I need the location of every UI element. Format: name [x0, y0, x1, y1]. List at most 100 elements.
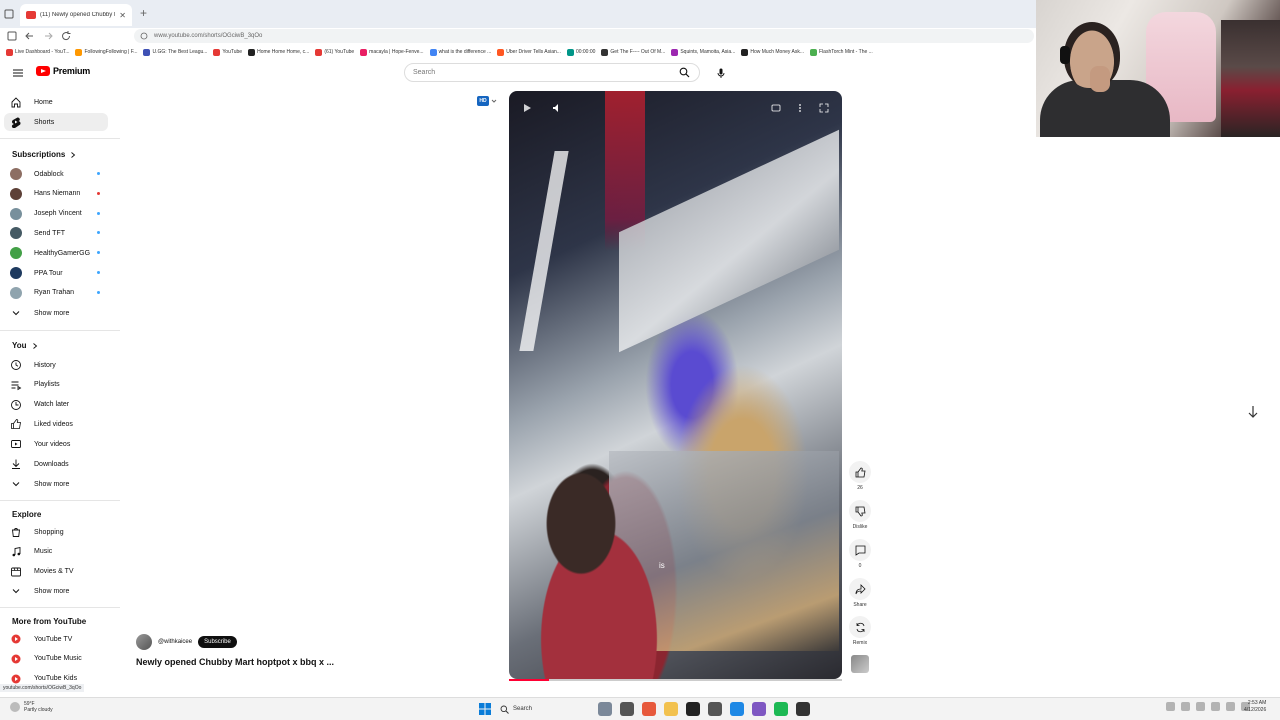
close-tab-icon[interactable]: ✕	[119, 11, 126, 20]
video-title[interactable]: Newly opened Chubby Mart hoptpot x bbq x…	[136, 657, 334, 667]
new-tab-button[interactable]: +	[140, 7, 147, 19]
sidebar-item-explore[interactable]: Movies & TV	[4, 563, 108, 581]
volume-button[interactable]	[551, 102, 563, 114]
sidebar-item-more[interactable]: YouTube Music	[4, 650, 108, 668]
captions-button[interactable]	[770, 102, 782, 114]
sidebar-item-subscription[interactable]: HealthyGamerGG	[4, 244, 108, 262]
tray-chevron-icon[interactable]	[1166, 702, 1175, 711]
section-heading-label: Subscriptions	[12, 150, 66, 159]
tab-menu-icon[interactable]	[4, 9, 14, 19]
mic-icon[interactable]	[715, 67, 727, 79]
tray-app-icon-2[interactable]	[1196, 702, 1205, 711]
bookmark-item[interactable]: FlashTorch Mint - The ...	[810, 48, 873, 56]
sidebar-show-more-subscriptions[interactable]: Show more	[4, 304, 108, 322]
sidebar-item-home[interactable]: Home	[4, 93, 108, 111]
fullscreen-button[interactable]	[818, 102, 830, 114]
file-explorer-icon[interactable]	[664, 702, 678, 716]
sidebar-item-you[interactable]: Watch later	[4, 396, 108, 414]
you-heading[interactable]: You	[12, 341, 39, 350]
bookmark-item[interactable]: (61) YouTube	[315, 48, 354, 56]
share-button[interactable]: Share	[848, 578, 872, 608]
shorts-video-player[interactable]: is	[509, 91, 842, 679]
url-text: www.youtube.com/shorts/OGciwB_3qOo	[154, 33, 263, 39]
sidebar-toggle-icon[interactable]	[6, 30, 18, 42]
dislike-button[interactable]: Dislike	[848, 500, 872, 530]
channel-name[interactable]: @withkaicee	[158, 639, 192, 645]
back-arrow-icon[interactable]	[24, 30, 36, 42]
headset	[1060, 46, 1070, 64]
sidebar-item-you[interactable]: Downloads	[4, 455, 108, 473]
video-progress-bar[interactable]	[509, 679, 842, 681]
explore-heading[interactable]: Explore	[12, 510, 41, 519]
subscribe-button[interactable]: Subscribe	[198, 636, 237, 648]
app-icon[interactable]	[730, 702, 744, 716]
sidebar-item-more[interactable]: YouTube TV	[4, 630, 108, 648]
reload-icon[interactable]	[60, 30, 72, 42]
streamer-hand	[1090, 66, 1110, 92]
sidebar-item-subscription[interactable]: PPA Tour	[4, 264, 108, 282]
sidebar-item-you[interactable]: Liked videos	[4, 415, 108, 433]
bookmark-item[interactable]: YouTube	[213, 48, 242, 56]
remix-button[interactable]: Remix	[848, 616, 872, 646]
wifi-icon[interactable]	[1226, 702, 1235, 711]
taskbar-search[interactable]: Search	[500, 702, 590, 716]
spotify-icon[interactable]	[774, 702, 788, 716]
bookmark-item[interactable]: How Much Money Ask...	[741, 48, 804, 56]
site-info-icon[interactable]	[140, 32, 148, 40]
capcut-icon[interactable]	[686, 702, 700, 716]
sidebar-show-more-you[interactable]: Show more	[4, 475, 108, 493]
menu-icon[interactable]	[12, 67, 24, 79]
chrome-icon[interactable]	[642, 702, 656, 716]
sound-thumbnail[interactable]	[851, 655, 869, 673]
more-options-button[interactable]	[794, 102, 806, 114]
forward-arrow-icon[interactable]	[42, 30, 54, 42]
comments-button[interactable]: 0	[848, 539, 872, 569]
bookmark-item[interactable]: U.GG: The Best Leagu...	[143, 48, 207, 56]
discord-icon[interactable]	[752, 702, 766, 716]
tray-app-icon-3[interactable]	[1211, 702, 1220, 711]
sidebar-item-subscription[interactable]: Send TFT	[4, 224, 108, 242]
subscriptions-heading[interactable]: Subscriptions	[12, 150, 77, 159]
sidebar-item-subscription[interactable]: Odablock	[4, 165, 108, 183]
obs-icon[interactable]	[708, 702, 722, 716]
sidebar-item-you[interactable]: Playlists	[4, 376, 108, 394]
system-clock[interactable]: 2:53 AM 4/12/2026	[1244, 700, 1266, 714]
tray-app-icon[interactable]	[1181, 702, 1190, 711]
more-from-youtube-heading[interactable]: More from YouTube	[12, 617, 86, 626]
url-field[interactable]: www.youtube.com/shorts/OGciwB_3qOo	[134, 29, 1034, 43]
sidebar-item-subscription[interactable]: Joseph Vincent	[4, 205, 108, 223]
sidebar-item-subscription[interactable]: Hans Niemann	[4, 185, 108, 203]
browser-tab-active[interactable]: (11) Newly opened Chubby Ma ✕	[20, 4, 132, 26]
sidebar-item-shorts[interactable]: Shorts	[4, 113, 108, 131]
bookmark-item[interactable]: Home Home Home, c...	[248, 48, 309, 56]
sidebar-item-explore[interactable]: Music	[4, 543, 108, 561]
bookmark-item[interactable]: macayla | Hope-Fenve...	[360, 48, 424, 56]
bookmark-item[interactable]: Uber Driver Tells Asian...	[497, 48, 561, 56]
bookmark-label: FollowingFollowing | F...	[84, 49, 138, 55]
bookmark-item[interactable]: what is the difference ...	[429, 48, 491, 56]
sidebar-item-you[interactable]: Your videos	[4, 435, 108, 453]
sidebar-item-you[interactable]: History	[4, 356, 108, 374]
windows-start-icon[interactable]	[478, 702, 492, 716]
channel-avatar[interactable]	[136, 634, 152, 650]
search-button[interactable]	[669, 64, 699, 81]
terminal-icon[interactable]	[620, 702, 634, 716]
bookmark-item[interactable]: FollowingFollowing | F...	[75, 48, 138, 56]
like-button[interactable]: 26	[848, 461, 872, 491]
sidebar-item-explore[interactable]: Shopping	[4, 523, 108, 541]
bookmark-item[interactable]: Get The F---- Out Of M...	[601, 48, 665, 56]
bookmark-item[interactable]: 00:00:00	[566, 48, 595, 56]
sidebar-item-label: Shopping	[34, 528, 64, 536]
weather-widget[interactable]: 59°F Partly cloudy	[10, 701, 53, 713]
notion-icon[interactable]	[796, 702, 810, 716]
quality-badge[interactable]: HD	[477, 95, 499, 107]
next-video-arrow-icon[interactable]	[1245, 404, 1261, 420]
youtube-logo[interactable]: Premium	[36, 66, 90, 76]
sidebar-item-subscription[interactable]: Ryan Trahan	[4, 284, 108, 302]
play-pause-button[interactable]	[521, 102, 533, 114]
bookmark-item[interactable]: Live Dashboard - YouT...	[6, 48, 69, 56]
search-input[interactable]: Search	[404, 63, 700, 82]
task-view-icon[interactable]	[598, 702, 612, 716]
bookmark-item[interactable]: Squints, Mamoita, Asia...	[671, 48, 735, 56]
sidebar-show-more-explore[interactable]: Show more	[4, 582, 108, 600]
